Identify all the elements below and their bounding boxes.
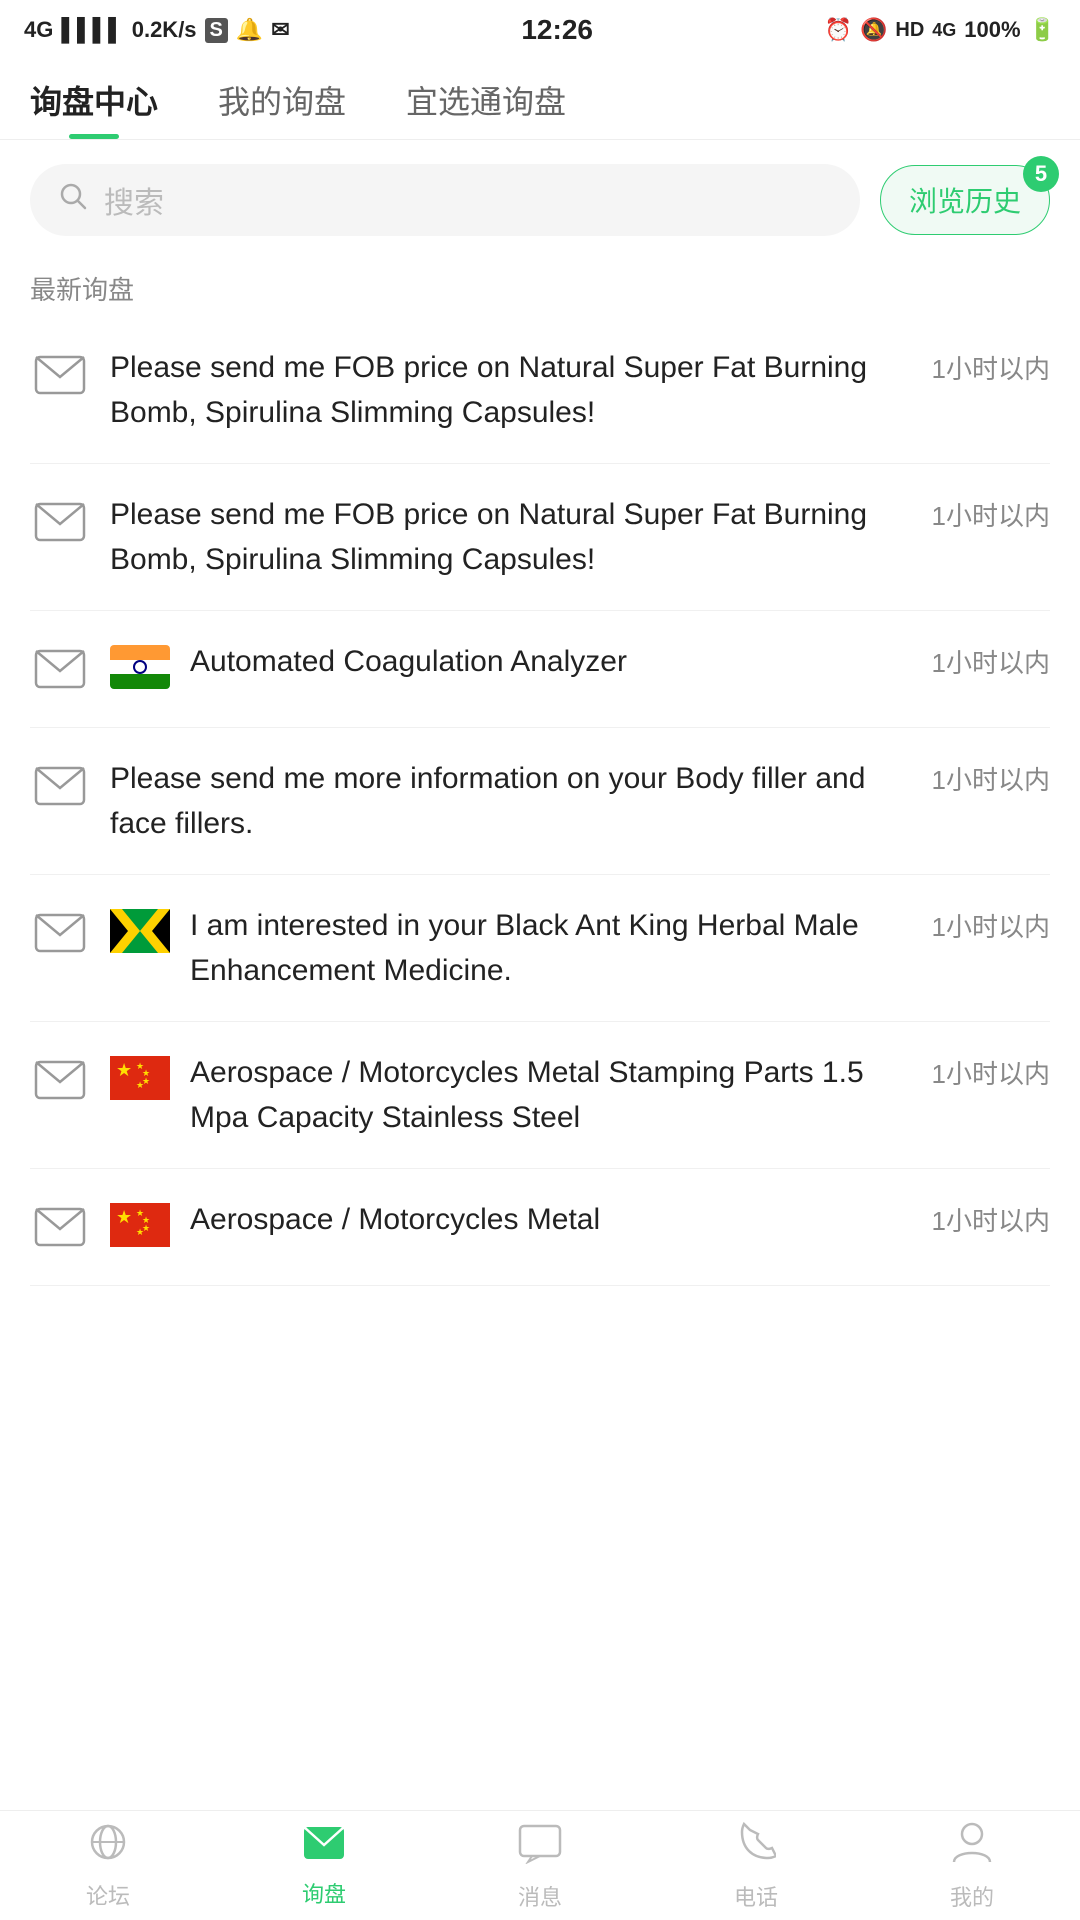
inquiry-header: I am interested in your Black Ant King H…: [190, 903, 1050, 993]
inquiry-content: I am interested in your Black Ant King H…: [190, 903, 1050, 993]
china-flag-icon: ★ ★ ★ ★ ★: [110, 1056, 170, 1100]
message-label: 消息: [518, 1880, 562, 1912]
svg-text:★: ★: [136, 1080, 144, 1090]
battery-icon: 🔋: [1029, 17, 1056, 43]
mail-icon: [30, 756, 90, 816]
list-item[interactable]: Please send me more information on your …: [30, 728, 1050, 875]
inquiry-nav-label: 询盘: [302, 1877, 346, 1909]
inquiry-text: Please send me FOB price on Natural Supe…: [110, 345, 922, 435]
network-4g: 4G: [932, 20, 956, 41]
phone-label: 电话: [734, 1880, 778, 1912]
jamaica-flag-icon: [110, 909, 170, 953]
inquiry-time: 1小时以内: [932, 643, 1050, 680]
tab-selected-inquiry[interactable]: 宜选通询盘: [406, 60, 566, 139]
nav-inquiry[interactable]: 询盘: [302, 1823, 346, 1909]
history-badge: 5: [1023, 156, 1059, 192]
inquiry-content: Automated Coagulation Analyzer 1小时以内: [190, 639, 1050, 684]
inquiry-text: Automated Coagulation Analyzer: [190, 639, 627, 684]
inquiry-text: Please send me more information on your …: [110, 756, 922, 846]
tab-my-inquiry[interactable]: 我的询盘: [218, 60, 346, 139]
section-label: 最新询盘: [0, 260, 1080, 317]
forum-label: 论坛: [86, 1879, 130, 1911]
mine-icon: [952, 1820, 992, 1874]
inquiry-content: Please send me FOB price on Natural Supe…: [110, 492, 1050, 582]
svg-text:★: ★: [116, 1207, 132, 1227]
inquiry-header: Please send me more information on your …: [110, 756, 1050, 846]
nav-phone[interactable]: 电话: [734, 1820, 778, 1912]
mine-label: 我的: [950, 1880, 994, 1912]
alarm-icon: ⏰: [825, 17, 852, 43]
inquiry-list: Please send me FOB price on Natural Supe…: [0, 317, 1080, 1286]
list-item[interactable]: ★ ★ ★ ★ ★ Aerospace / Motorcycles Metal …: [30, 1022, 1050, 1169]
inquiry-header: Aerospace / Motorcycles Metal 1小时以内: [190, 1197, 1050, 1242]
inquiry-nav-icon: [302, 1823, 346, 1871]
search-placeholder: 搜索: [104, 178, 164, 222]
hd-label: HD: [895, 19, 924, 42]
inquiry-header: Please send me FOB price on Natural Supe…: [110, 492, 1050, 582]
inquiry-content: Please send me more information on your …: [110, 756, 1050, 846]
search-icon: [58, 181, 88, 219]
inquiry-text: I am interested in your Black Ant King H…: [190, 903, 922, 993]
inquiry-text: Aerospace / Motorcycles Metal Stamping P…: [190, 1050, 922, 1140]
nav-forum[interactable]: 论坛: [86, 1820, 130, 1911]
inquiry-time: 1小时以内: [932, 349, 1050, 386]
phone-icon: [736, 1820, 776, 1874]
inquiry-text: Aerospace / Motorcycles Metal: [190, 1197, 600, 1242]
list-item[interactable]: Please send me FOB price on Natural Supe…: [30, 464, 1050, 611]
inquiry-header: Automated Coagulation Analyzer 1小时以内: [190, 639, 1050, 684]
india-flag-icon: [110, 645, 170, 689]
inquiry-header: Please send me FOB price on Natural Supe…: [110, 345, 1050, 435]
svg-text:★: ★: [116, 1060, 132, 1080]
nav-message[interactable]: 消息: [518, 1820, 562, 1912]
inquiry-content: Please send me FOB price on Natural Supe…: [110, 345, 1050, 435]
nav-mine[interactable]: 我的: [950, 1820, 994, 1912]
inquiry-time: 1小时以内: [932, 760, 1050, 797]
list-item[interactable]: Automated Coagulation Analyzer 1小时以内: [30, 611, 1050, 728]
list-item[interactable]: Please send me FOB price on Natural Supe…: [30, 317, 1050, 464]
mail-icon: [30, 903, 90, 963]
svg-text:★: ★: [136, 1227, 144, 1237]
tab-bar: 询盘中心 我的询盘 宜选通询盘: [0, 60, 1080, 140]
inquiry-text: Please send me FOB price on Natural Supe…: [110, 492, 922, 582]
bottom-nav: 论坛 询盘 消息 电话: [0, 1810, 1080, 1920]
inquiry-content: Aerospace / Motorcycles Metal 1小时以内: [190, 1197, 1050, 1242]
history-label: 浏览历史: [909, 180, 1021, 220]
speed-text: 0.2K/s: [132, 17, 197, 43]
status-bar: 4G ▌▌▌▌ 0.2K/s S 🔔 ✉ 12:26 ⏰ 🔕 HD 4G 100…: [0, 0, 1080, 60]
mail-status-icon: ✉: [271, 17, 289, 43]
message-icon: [518, 1820, 562, 1874]
inquiry-content: Aerospace / Motorcycles Metal Stamping P…: [190, 1050, 1050, 1140]
search-row: 搜索 浏览历史 5: [0, 140, 1080, 260]
mail-icon: [30, 345, 90, 405]
mute-icon: 🔕: [860, 17, 887, 43]
mail-icon: [30, 1197, 90, 1257]
inquiry-time: 1小时以内: [932, 496, 1050, 533]
inquiry-time: 1小时以内: [932, 1201, 1050, 1238]
mail-icon: [30, 492, 90, 552]
battery-percent: 100%: [964, 17, 1020, 43]
status-left: 4G ▌▌▌▌ 0.2K/s S 🔔 ✉: [24, 17, 290, 43]
tab-inquiry-center[interactable]: 询盘中心: [30, 60, 158, 139]
forum-icon: [86, 1820, 130, 1873]
history-button[interactable]: 浏览历史 5: [880, 165, 1050, 235]
mail-icon: [30, 639, 90, 699]
inquiry-time: 1小时以内: [932, 907, 1050, 944]
search-box[interactable]: 搜索: [30, 164, 860, 236]
signal-bars: ▌▌▌▌: [61, 17, 123, 43]
time-display: 12:26: [521, 14, 593, 46]
mail-icon: [30, 1050, 90, 1110]
signal-text: 4G: [24, 17, 53, 43]
inquiry-time: 1小时以内: [932, 1054, 1050, 1091]
inquiry-header: Aerospace / Motorcycles Metal Stamping P…: [190, 1050, 1050, 1140]
list-item[interactable]: I am interested in your Black Ant King H…: [30, 875, 1050, 1022]
status-right: ⏰ 🔕 HD 4G 100% 🔋: [825, 17, 1056, 43]
s-icon: S: [205, 18, 228, 43]
list-item[interactable]: ★ ★ ★ ★ ★ Aerospace / Motorcycles Metal …: [30, 1169, 1050, 1286]
bell-icon: 🔔: [236, 17, 263, 43]
china-flag-icon: ★ ★ ★ ★ ★: [110, 1203, 170, 1247]
